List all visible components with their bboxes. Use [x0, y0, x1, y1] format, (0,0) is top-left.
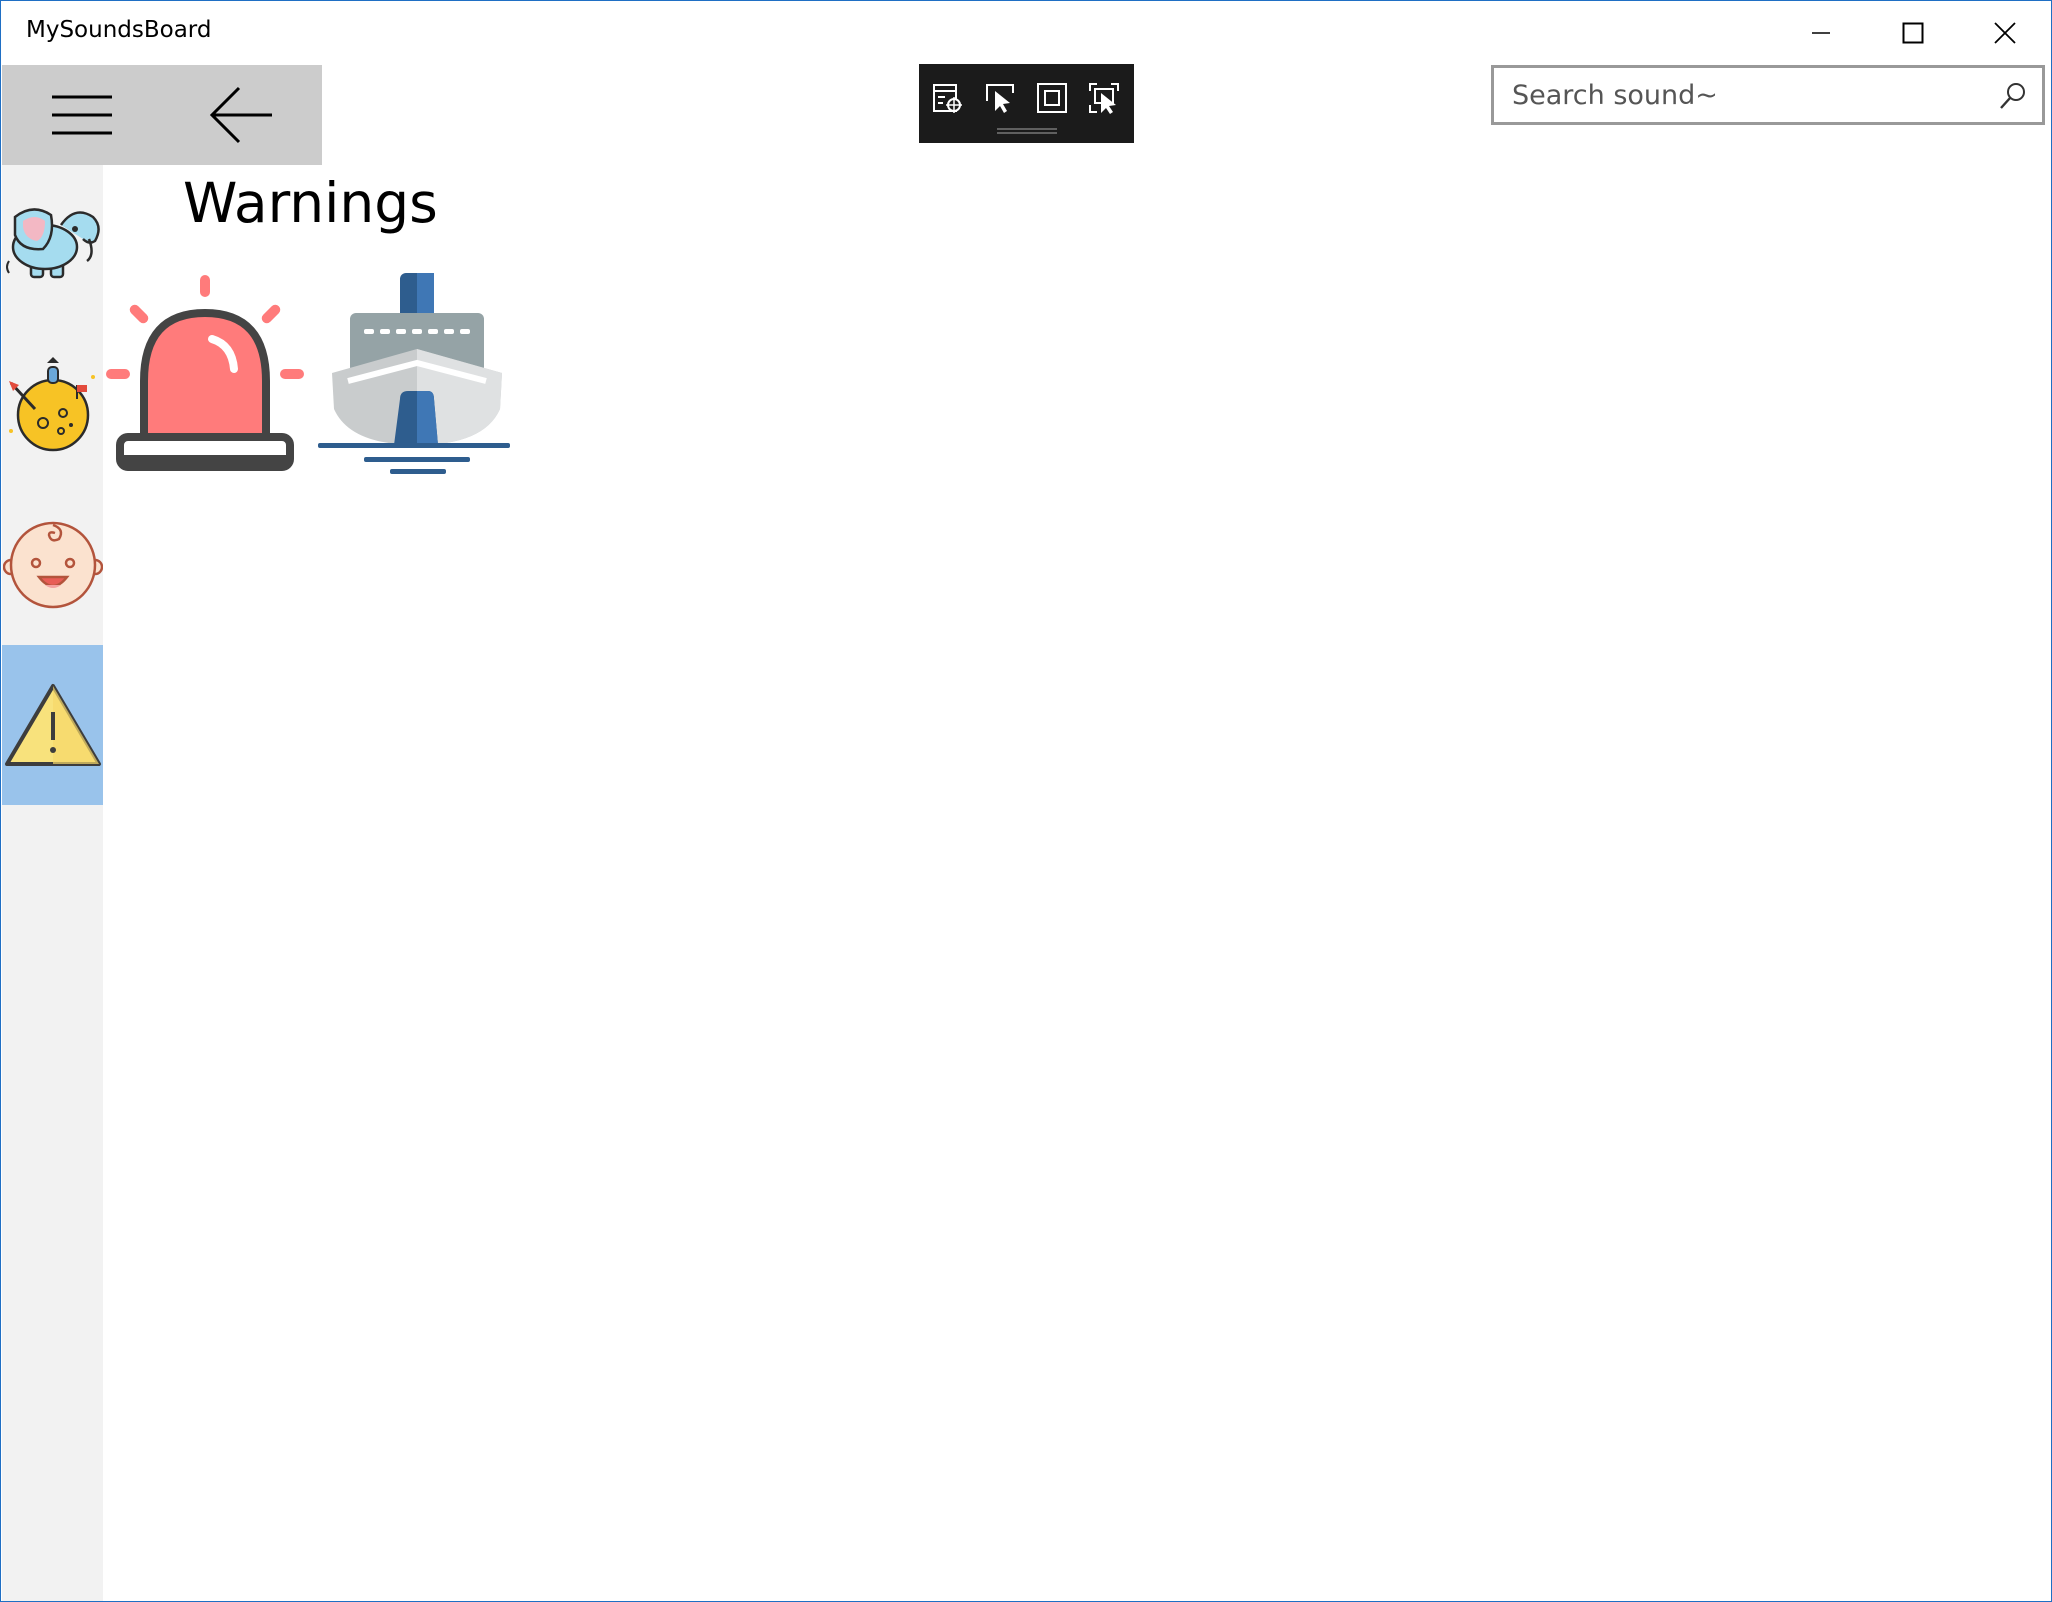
search-input[interactable]	[1512, 76, 1982, 114]
sidebar-item-space[interactable]	[2, 325, 103, 485]
category-sidebar	[2, 165, 103, 1601]
siren-icon	[106, 275, 304, 471]
minimize-button[interactable]	[1775, 1, 1867, 64]
debug-toolbar	[919, 64, 1134, 143]
select-element-button[interactable]	[981, 80, 1019, 116]
maximize-icon	[1902, 22, 1924, 43]
sound-tile-siren[interactable]	[104, 269, 304, 481]
track-focused-element-icon	[1089, 83, 1119, 114]
track-focused-element-button[interactable]	[1085, 80, 1123, 116]
search-icon[interactable]	[1998, 81, 2028, 111]
hamburger-icon	[52, 95, 112, 135]
close-icon	[1994, 21, 2016, 44]
search-box[interactable]	[1491, 65, 2045, 125]
baby-face-icon	[2, 521, 103, 609]
hamburger-menu-button[interactable]	[2, 65, 162, 165]
page-title: Warnings	[183, 171, 438, 235]
close-button[interactable]	[1959, 1, 2051, 64]
sidebar-item-warnings[interactable]	[2, 645, 103, 805]
back-button[interactable]	[162, 65, 322, 165]
nav-header	[2, 65, 322, 165]
maximize-button[interactable]	[1867, 1, 1959, 64]
app-window: MySoundsBoard Search sound~ Warnings	[0, 0, 2052, 1602]
sidebar-item-babies[interactable]	[2, 485, 103, 645]
live-visual-tree-button[interactable]	[929, 80, 967, 116]
sidebar-item-animals[interactable]	[2, 165, 103, 325]
moon-rocket-icon	[8, 357, 95, 452]
display-layout-adorners-icon	[1037, 83, 1067, 113]
display-layout-adorners-button[interactable]	[1033, 80, 1071, 116]
warning-triangle-icon	[4, 684, 101, 766]
toolbar-grip-icon[interactable]	[997, 128, 1057, 134]
select-element-icon	[986, 84, 1014, 113]
app-title: MySoundsBoard	[26, 17, 212, 43]
back-arrow-icon	[209, 86, 272, 144]
ship-icon	[318, 273, 510, 474]
minimize-icon	[1812, 31, 1830, 34]
elephant-icon	[5, 208, 100, 279]
title-bar: MySoundsBoard	[1, 1, 2051, 64]
sound-tile-ship[interactable]	[314, 269, 514, 481]
live-visual-tree-icon	[933, 84, 962, 113]
